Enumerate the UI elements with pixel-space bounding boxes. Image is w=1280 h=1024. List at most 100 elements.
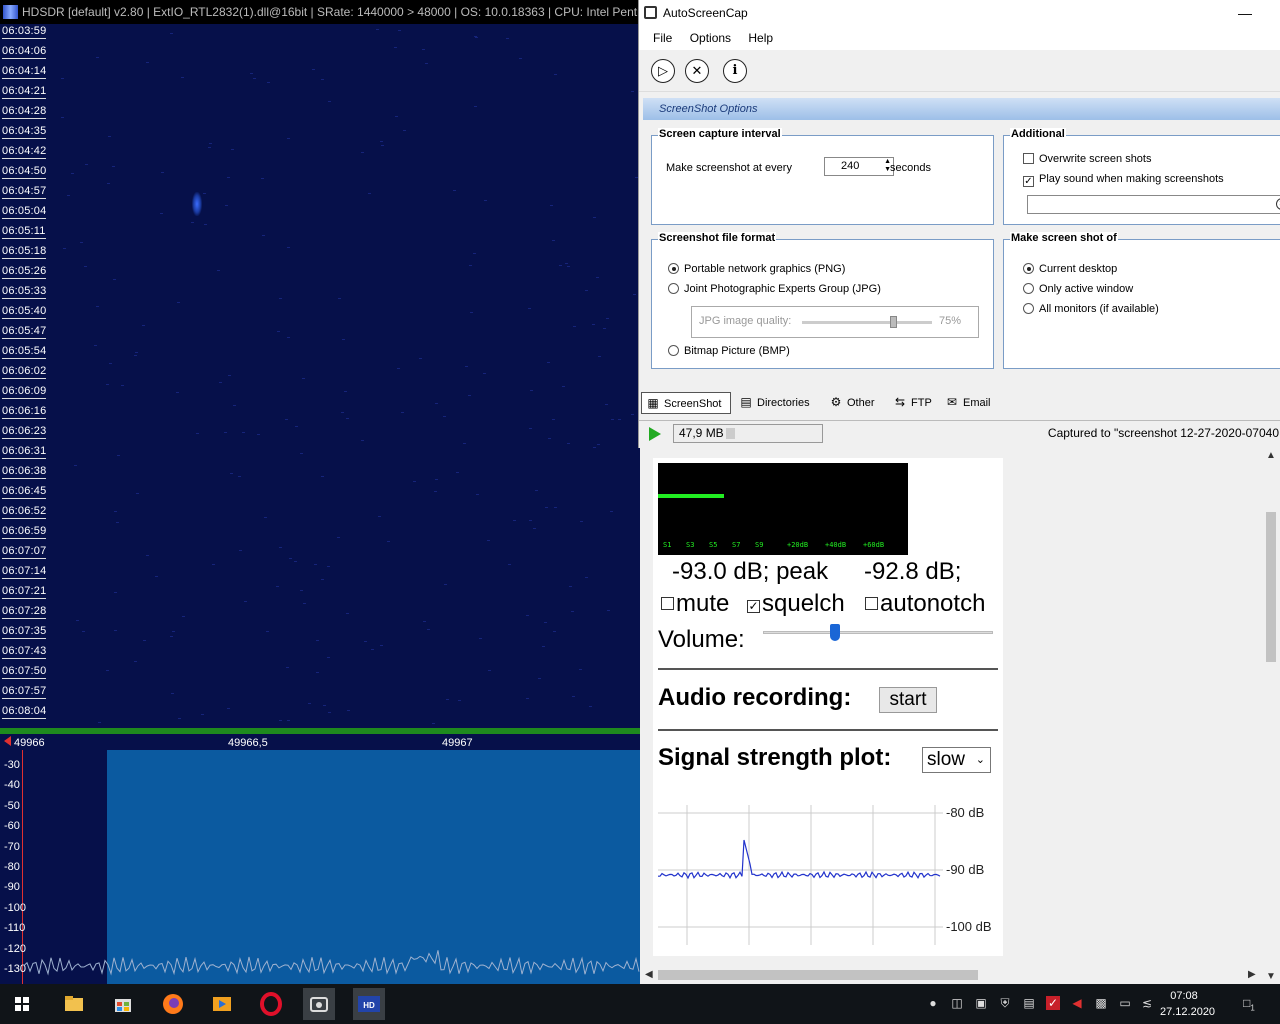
s-meter-bar — [658, 494, 724, 498]
waterfall-noise — [395, 116, 398, 117]
menu-file[interactable]: File — [653, 31, 672, 45]
waterfall-noise — [338, 298, 341, 299]
audio-recording-label: Audio recording: — [658, 684, 851, 712]
waterfall-noise — [483, 373, 486, 374]
tray-app-icon[interactable]: ▤ — [1022, 996, 1036, 1010]
clear-icon[interactable]: ✕ — [1276, 198, 1280, 210]
volume-thumb[interactable] — [830, 624, 840, 641]
horizontal-scrollbar[interactable]: ◀ ▶ — [640, 966, 1262, 984]
signal-level: -93.0 dB; peak — [672, 558, 828, 586]
jpg-quality-value: 75% — [939, 315, 961, 327]
stop-icon[interactable]: ✕ — [685, 59, 709, 83]
volume-slider[interactable] — [763, 631, 993, 634]
windows-start-icon[interactable] — [6, 988, 38, 1020]
start-recording-button[interactable]: start — [879, 687, 937, 713]
format-png-radio[interactable]: Portable network graphics (PNG) — [668, 263, 845, 275]
play-sound-checkbox[interactable]: ✓ Play sound when making screenshots — [1023, 173, 1224, 187]
info-icon[interactable]: i — [723, 59, 747, 83]
autoscreencap-icon[interactable] — [303, 988, 335, 1020]
tab-ftp[interactable]: ⇆ FTP — [889, 392, 937, 414]
autonotch-checkbox[interactable]: autonotch — [865, 590, 985, 618]
jpg-quality-slider[interactable] — [802, 321, 932, 324]
tab-screenshot[interactable]: ▦ ScreenShot — [641, 392, 731, 414]
hdsdr-window: HDSDR [default] v2.80 | ExtIO_RTL2832(1)… — [0, 0, 640, 984]
format-bmp-radio[interactable]: Bitmap Picture (BMP) — [668, 345, 790, 357]
frequency-scale[interactable]: 49966 49966,5 49967 — [0, 728, 640, 750]
firefox-icon[interactable] — [157, 988, 189, 1020]
horizontal-scroll-thumb[interactable] — [658, 970, 978, 980]
waterfall-noise — [312, 69, 315, 70]
waterfall-noise — [172, 631, 175, 632]
waterfall-noise — [579, 669, 582, 670]
waterfall-noise — [327, 566, 330, 567]
overwrite-checkbox[interactable]: Overwrite screen shots — [1023, 153, 1151, 165]
waterfall-noise — [250, 73, 253, 74]
waterfall-noise — [242, 432, 245, 433]
play-icon[interactable]: ▷ — [651, 59, 675, 83]
opera-icon[interactable] — [255, 988, 287, 1020]
jpg-quality-thumb[interactable] — [890, 316, 897, 328]
tray-app-icon[interactable]: ▣ — [974, 996, 988, 1010]
vertical-scrollbar[interactable]: ▲ ▼ — [1262, 448, 1280, 984]
waterfall-display[interactable]: 06:03:59 06:04:06 06:04:14 06:04:21 06:04:28… — [0, 24, 640, 728]
menu-options[interactable]: Options — [690, 31, 731, 45]
plot-speed-select[interactable]: slow ⌄ — [922, 747, 991, 773]
language-icon[interactable]: ≲ — [1140, 996, 1154, 1010]
spectrum-trace — [0, 940, 640, 984]
store-icon[interactable] — [107, 988, 139, 1020]
waterfall-noise — [80, 242, 83, 243]
waterfall-noise — [98, 722, 101, 723]
tab-email[interactable]: ✉ Email — [941, 392, 1001, 414]
asc-title-bar[interactable]: AutoScreenCap — — [639, 0, 1280, 26]
sound-file-field[interactable]: ✕ — [1027, 195, 1280, 214]
format-jpg-radio[interactable]: Joint Photographic Experts Group (JPG) — [668, 283, 881, 295]
plot-db-label: -100 dB — [946, 919, 992, 934]
file-explorer-icon[interactable] — [58, 988, 90, 1020]
waterfall-noise — [308, 703, 311, 704]
antivirus-icon[interactable]: ✓ — [1046, 996, 1060, 1010]
display-icon[interactable]: ▭ — [1118, 996, 1132, 1010]
interval-stepper[interactable]: 240 ▲ ▼ — [824, 157, 894, 176]
mute-checkbox[interactable]: mute — [661, 590, 729, 618]
target-active-window-radio[interactable]: Only active window — [1023, 283, 1133, 295]
waterfall-noise — [368, 193, 371, 194]
tab-directories[interactable]: ▤ Directories — [735, 392, 821, 414]
waterfall-noise — [287, 337, 290, 338]
volume-icon[interactable]: ◀ — [1070, 996, 1084, 1010]
waterfall-noise — [114, 592, 117, 593]
hdsdr-icon[interactable]: HD — [353, 988, 385, 1020]
waterfall-noise — [487, 540, 490, 541]
tab-other[interactable]: ⚙ Other — [825, 392, 885, 414]
waterfall-noise — [528, 308, 531, 309]
target-all-monitors-radio[interactable]: All monitors (if available) — [1023, 303, 1159, 315]
waterfall-noise — [422, 49, 425, 50]
squelch-checkbox[interactable]: ✓ squelch — [747, 590, 845, 618]
defender-icon[interactable]: ● — [926, 996, 940, 1010]
waterfall-noise — [413, 481, 416, 482]
vertical-scroll-thumb[interactable] — [1266, 512, 1276, 662]
waterfall-noise — [155, 576, 158, 577]
waterfall-noise — [261, 178, 264, 179]
waterfall-noise — [266, 631, 269, 632]
spectrum-display[interactable]: -30 -40 -50 -60 -70 -80 -90 -100 -110 -120 -130 — [0, 750, 640, 984]
waterfall-timestamp: 06:04:28 — [2, 106, 46, 119]
notification-center-icon[interactable]: □1 — [1240, 996, 1258, 1010]
hdsdr-title-bar[interactable]: HDSDR [default] v2.80 | ExtIO_RTL2832(1)… — [0, 0, 640, 24]
waterfall-noise — [212, 564, 215, 565]
tray-app-icon[interactable]: ◫ — [950, 996, 964, 1010]
waterfall-noise — [113, 279, 116, 280]
menu-help[interactable]: Help — [748, 31, 773, 45]
shield-icon[interactable]: ⛨ — [998, 996, 1012, 1010]
target-desktop-radio[interactable]: Current desktop — [1023, 263, 1117, 275]
waterfall-noise — [134, 661, 137, 662]
waterfall-noise — [112, 166, 115, 167]
status-play-icon[interactable] — [649, 427, 661, 441]
minimize-button[interactable]: — — [1238, 0, 1252, 26]
tune-marker-icon[interactable] — [4, 736, 11, 746]
media-player-icon[interactable] — [206, 988, 238, 1020]
waterfall-noise — [279, 547, 282, 548]
spectrum-db-label: -60 — [4, 820, 20, 832]
network-icon[interactable]: ▩ — [1094, 996, 1108, 1010]
waterfall-noise — [294, 561, 297, 562]
system-clock[interactable]: 07:08 27.12.2020 — [1160, 988, 1208, 1020]
